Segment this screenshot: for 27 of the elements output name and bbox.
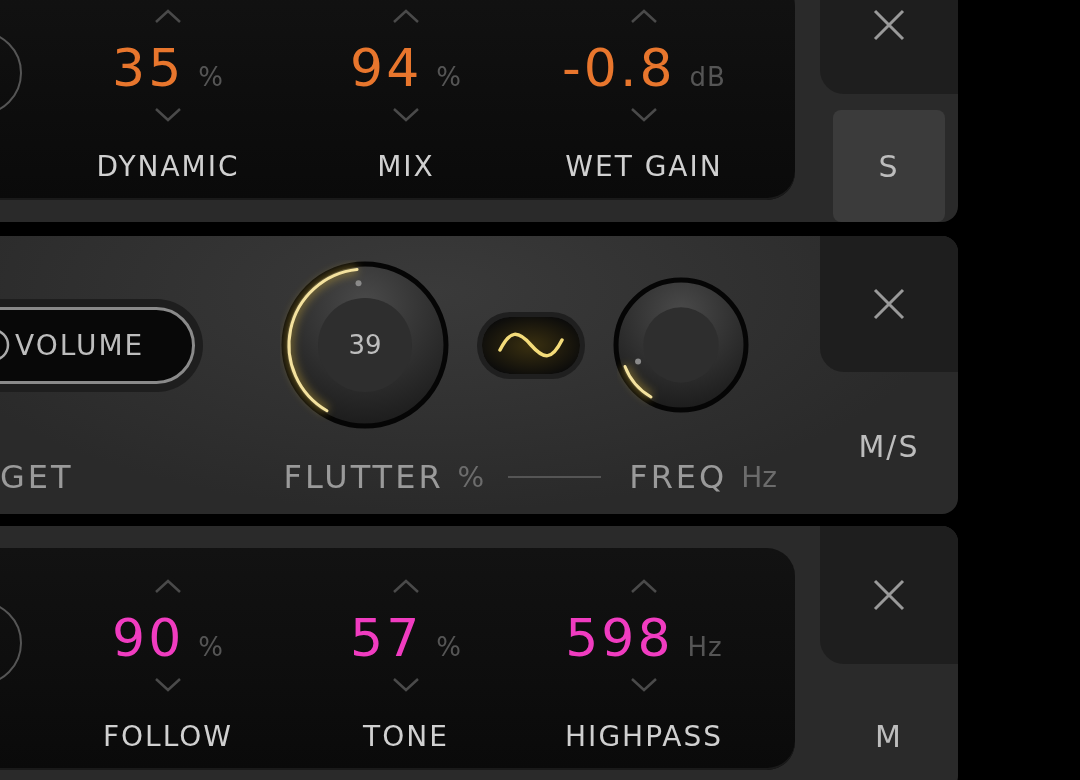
knob-value: 39: [347, 330, 383, 360]
unit-label: %: [198, 632, 224, 662]
param-label: DYNAMIC: [96, 150, 240, 184]
param-label: GET: [0, 458, 74, 496]
param-label: MIX: [377, 150, 435, 184]
unit-label: Hz: [687, 632, 723, 662]
param-label: FOLLOW: [102, 720, 234, 754]
param-label: HIGHPASS: [565, 720, 723, 754]
unit-label: dB: [689, 62, 726, 92]
unit-label: %: [198, 62, 224, 92]
value-readout: 94: [350, 40, 423, 96]
side-button[interactable]: M: [833, 680, 945, 780]
unit-label: %: [436, 632, 462, 662]
value-readout: 35: [112, 40, 185, 96]
param-label: TONE: [363, 720, 449, 754]
param-label: FLUTTER: [283, 458, 444, 496]
side-button[interactable]: S: [833, 110, 945, 222]
value-readout: -0.8: [562, 40, 676, 96]
param-label: FREQ: [629, 458, 728, 496]
value-readout: 90: [112, 610, 185, 666]
unit-label: Hz: [741, 460, 778, 494]
unit-label: %: [457, 460, 485, 494]
value-readout: 57: [350, 610, 423, 666]
param-label: WET GAIN: [565, 150, 723, 184]
side-button[interactable]: M/S: [850, 424, 928, 468]
unit-label: %: [436, 62, 462, 92]
value-readout: 598: [565, 610, 674, 666]
